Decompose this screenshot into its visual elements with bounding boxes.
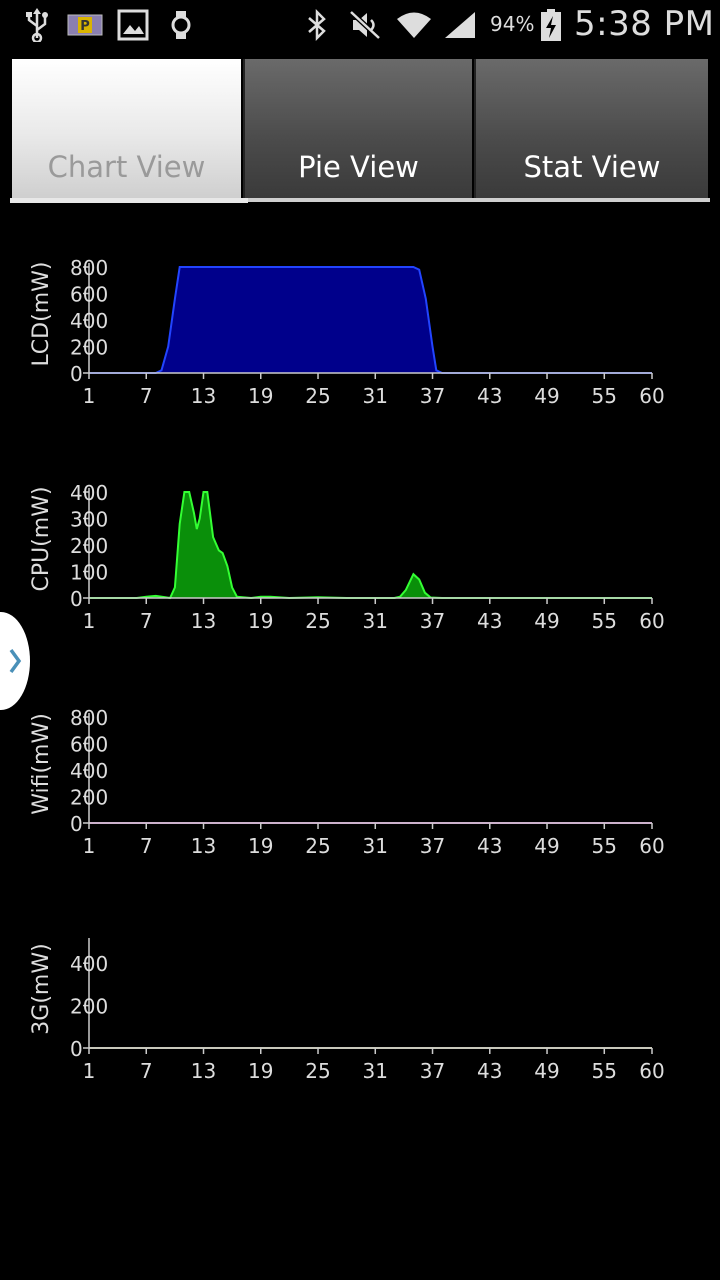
y-tick-label: 0 — [70, 587, 83, 611]
chevron-right-icon — [9, 648, 22, 674]
y-tick-label: 400 — [70, 481, 108, 505]
x-tick-label: 7 — [140, 609, 153, 633]
x-tick-label: 31 — [363, 384, 388, 408]
3g-power-chart: 1 7 13 19 25 31 37 43 49 55 60 400 200 0 3G(mW) — [29, 938, 665, 1083]
y-tick-label: 0 — [70, 812, 83, 836]
x-tick-label: 7 — [140, 1059, 153, 1083]
x-tick-label: 37 — [420, 384, 445, 408]
tab-label: Stat View — [523, 150, 661, 184]
x-tick-label: 25 — [305, 834, 330, 858]
watch-icon — [168, 6, 194, 44]
x-tick-label: 43 — [477, 609, 502, 633]
x-tick-label: 31 — [363, 834, 388, 858]
y-tick-label: 0 — [70, 1037, 83, 1061]
x-tick-label: 13 — [191, 609, 216, 633]
y-tick-label: 300 — [70, 508, 108, 532]
y-tick-label: 100 — [70, 561, 108, 585]
y-tick-label: 800 — [70, 706, 108, 730]
x-tick-label: 1 — [83, 834, 96, 858]
x-tick-label: 43 — [477, 1059, 502, 1083]
x-tick-label: 55 — [592, 1059, 617, 1083]
x-tick-label: 25 — [305, 1059, 330, 1083]
tab-bar: Chart View Pie View Stat View — [10, 59, 710, 205]
gallery-icon — [116, 6, 150, 44]
y-tick-label: 800 — [70, 256, 108, 280]
x-tick-label: 60 — [639, 1059, 664, 1083]
tab-chart-view[interactable]: Chart View — [12, 59, 241, 198]
x-tick-label: 37 — [420, 1059, 445, 1083]
x-tick-label: 13 — [191, 384, 216, 408]
battery-percent: 94% — [490, 12, 535, 36]
y-axis-label: 3G(mW) — [29, 943, 54, 1034]
x-tick-label: 49 — [534, 834, 559, 858]
x-tick-label: 1 — [83, 609, 96, 633]
x-tick-label: 19 — [248, 609, 273, 633]
mute-icon — [348, 6, 382, 44]
y-axis-label: LCD(mW) — [29, 262, 54, 367]
y-tick-label: 600 — [70, 283, 108, 307]
cpu-power-chart: 1 7 13 19 25 31 37 43 49 55 60 400 300200 1000 CPU(mW) — [29, 481, 665, 633]
signal-icon — [442, 6, 478, 44]
svg-text:P: P — [80, 19, 90, 34]
x-tick-label: 60 — [639, 609, 664, 633]
tab-pie-view[interactable]: Pie View — [243, 59, 472, 198]
x-tick-label: 31 — [363, 1059, 388, 1083]
x-tick-label: 37 — [420, 609, 445, 633]
bluetooth-icon — [304, 6, 330, 44]
y-axis-label: Wifi(mW) — [29, 713, 54, 815]
x-tick-label: 25 — [305, 384, 330, 408]
y-tick-label: 400 — [70, 759, 108, 783]
y-tick-label: 200 — [70, 786, 108, 810]
lcd-power-chart: 1 7 13 19 25 31 37 43 49 55 60 800 600400 2000 LCD(mW) — [29, 256, 665, 408]
x-tick-label: 1 — [83, 1059, 96, 1083]
clock: 5:38 PM — [574, 4, 715, 44]
x-tick-label: 49 — [534, 1059, 559, 1083]
battery-charging-icon — [538, 6, 564, 44]
x-tick-label: 60 — [639, 384, 664, 408]
tab-active-indicator — [10, 198, 248, 203]
x-tick-label: 43 — [477, 384, 502, 408]
parking-icon: P — [66, 6, 104, 44]
y-tick-label: 200 — [70, 336, 108, 360]
x-tick-label: 43 — [477, 834, 502, 858]
x-tick-label: 37 — [420, 834, 445, 858]
status-bar: P 94% 5:38 PM — [0, 0, 720, 50]
x-tick-label: 7 — [140, 384, 153, 408]
x-tick-label: 55 — [592, 834, 617, 858]
x-tick-label: 55 — [592, 609, 617, 633]
wifi-power-chart: 1 7 13 19 25 31 37 43 49 55 60 800 600400 2000 Wifi(mW… — [29, 706, 665, 858]
series-area — [89, 492, 652, 598]
x-tick-label: 13 — [191, 834, 216, 858]
y-tick-label: 400 — [70, 952, 108, 976]
series-line — [89, 491, 652, 600]
y-axis-label: CPU(mW) — [29, 486, 54, 591]
x-tick-label: 13 — [191, 1059, 216, 1083]
x-tick-label: 25 — [305, 609, 330, 633]
x-tick-label: 19 — [248, 834, 273, 858]
y-tick-label: 0 — [70, 362, 83, 386]
tab-label: Pie View — [298, 150, 419, 184]
x-tick-label: 49 — [534, 609, 559, 633]
x-tick-label: 55 — [592, 384, 617, 408]
tab-label: Chart View — [47, 150, 206, 184]
x-tick-label: 60 — [639, 834, 664, 858]
tab-stat-view[interactable]: Stat View — [474, 59, 708, 198]
x-tick-label: 7 — [140, 834, 153, 858]
usb-icon — [22, 6, 52, 44]
y-tick-label: 200 — [70, 534, 108, 558]
x-tick-label: 1 — [83, 384, 96, 408]
wifi-icon — [394, 6, 434, 44]
y-tick-label: 200 — [70, 995, 108, 1019]
series-area — [89, 267, 652, 373]
x-tick-label: 49 — [534, 384, 559, 408]
y-tick-label: 400 — [70, 309, 108, 333]
x-tick-label: 31 — [363, 609, 388, 633]
x-tick-label: 19 — [248, 1059, 273, 1083]
y-tick-label: 600 — [70, 733, 108, 757]
x-tick-label: 19 — [248, 384, 273, 408]
